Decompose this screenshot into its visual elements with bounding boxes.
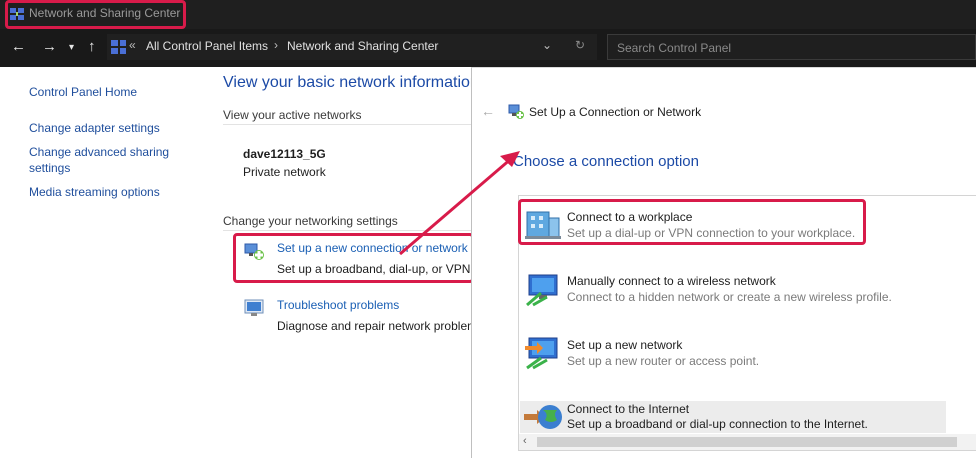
annotation-arrow — [399, 151, 520, 256]
